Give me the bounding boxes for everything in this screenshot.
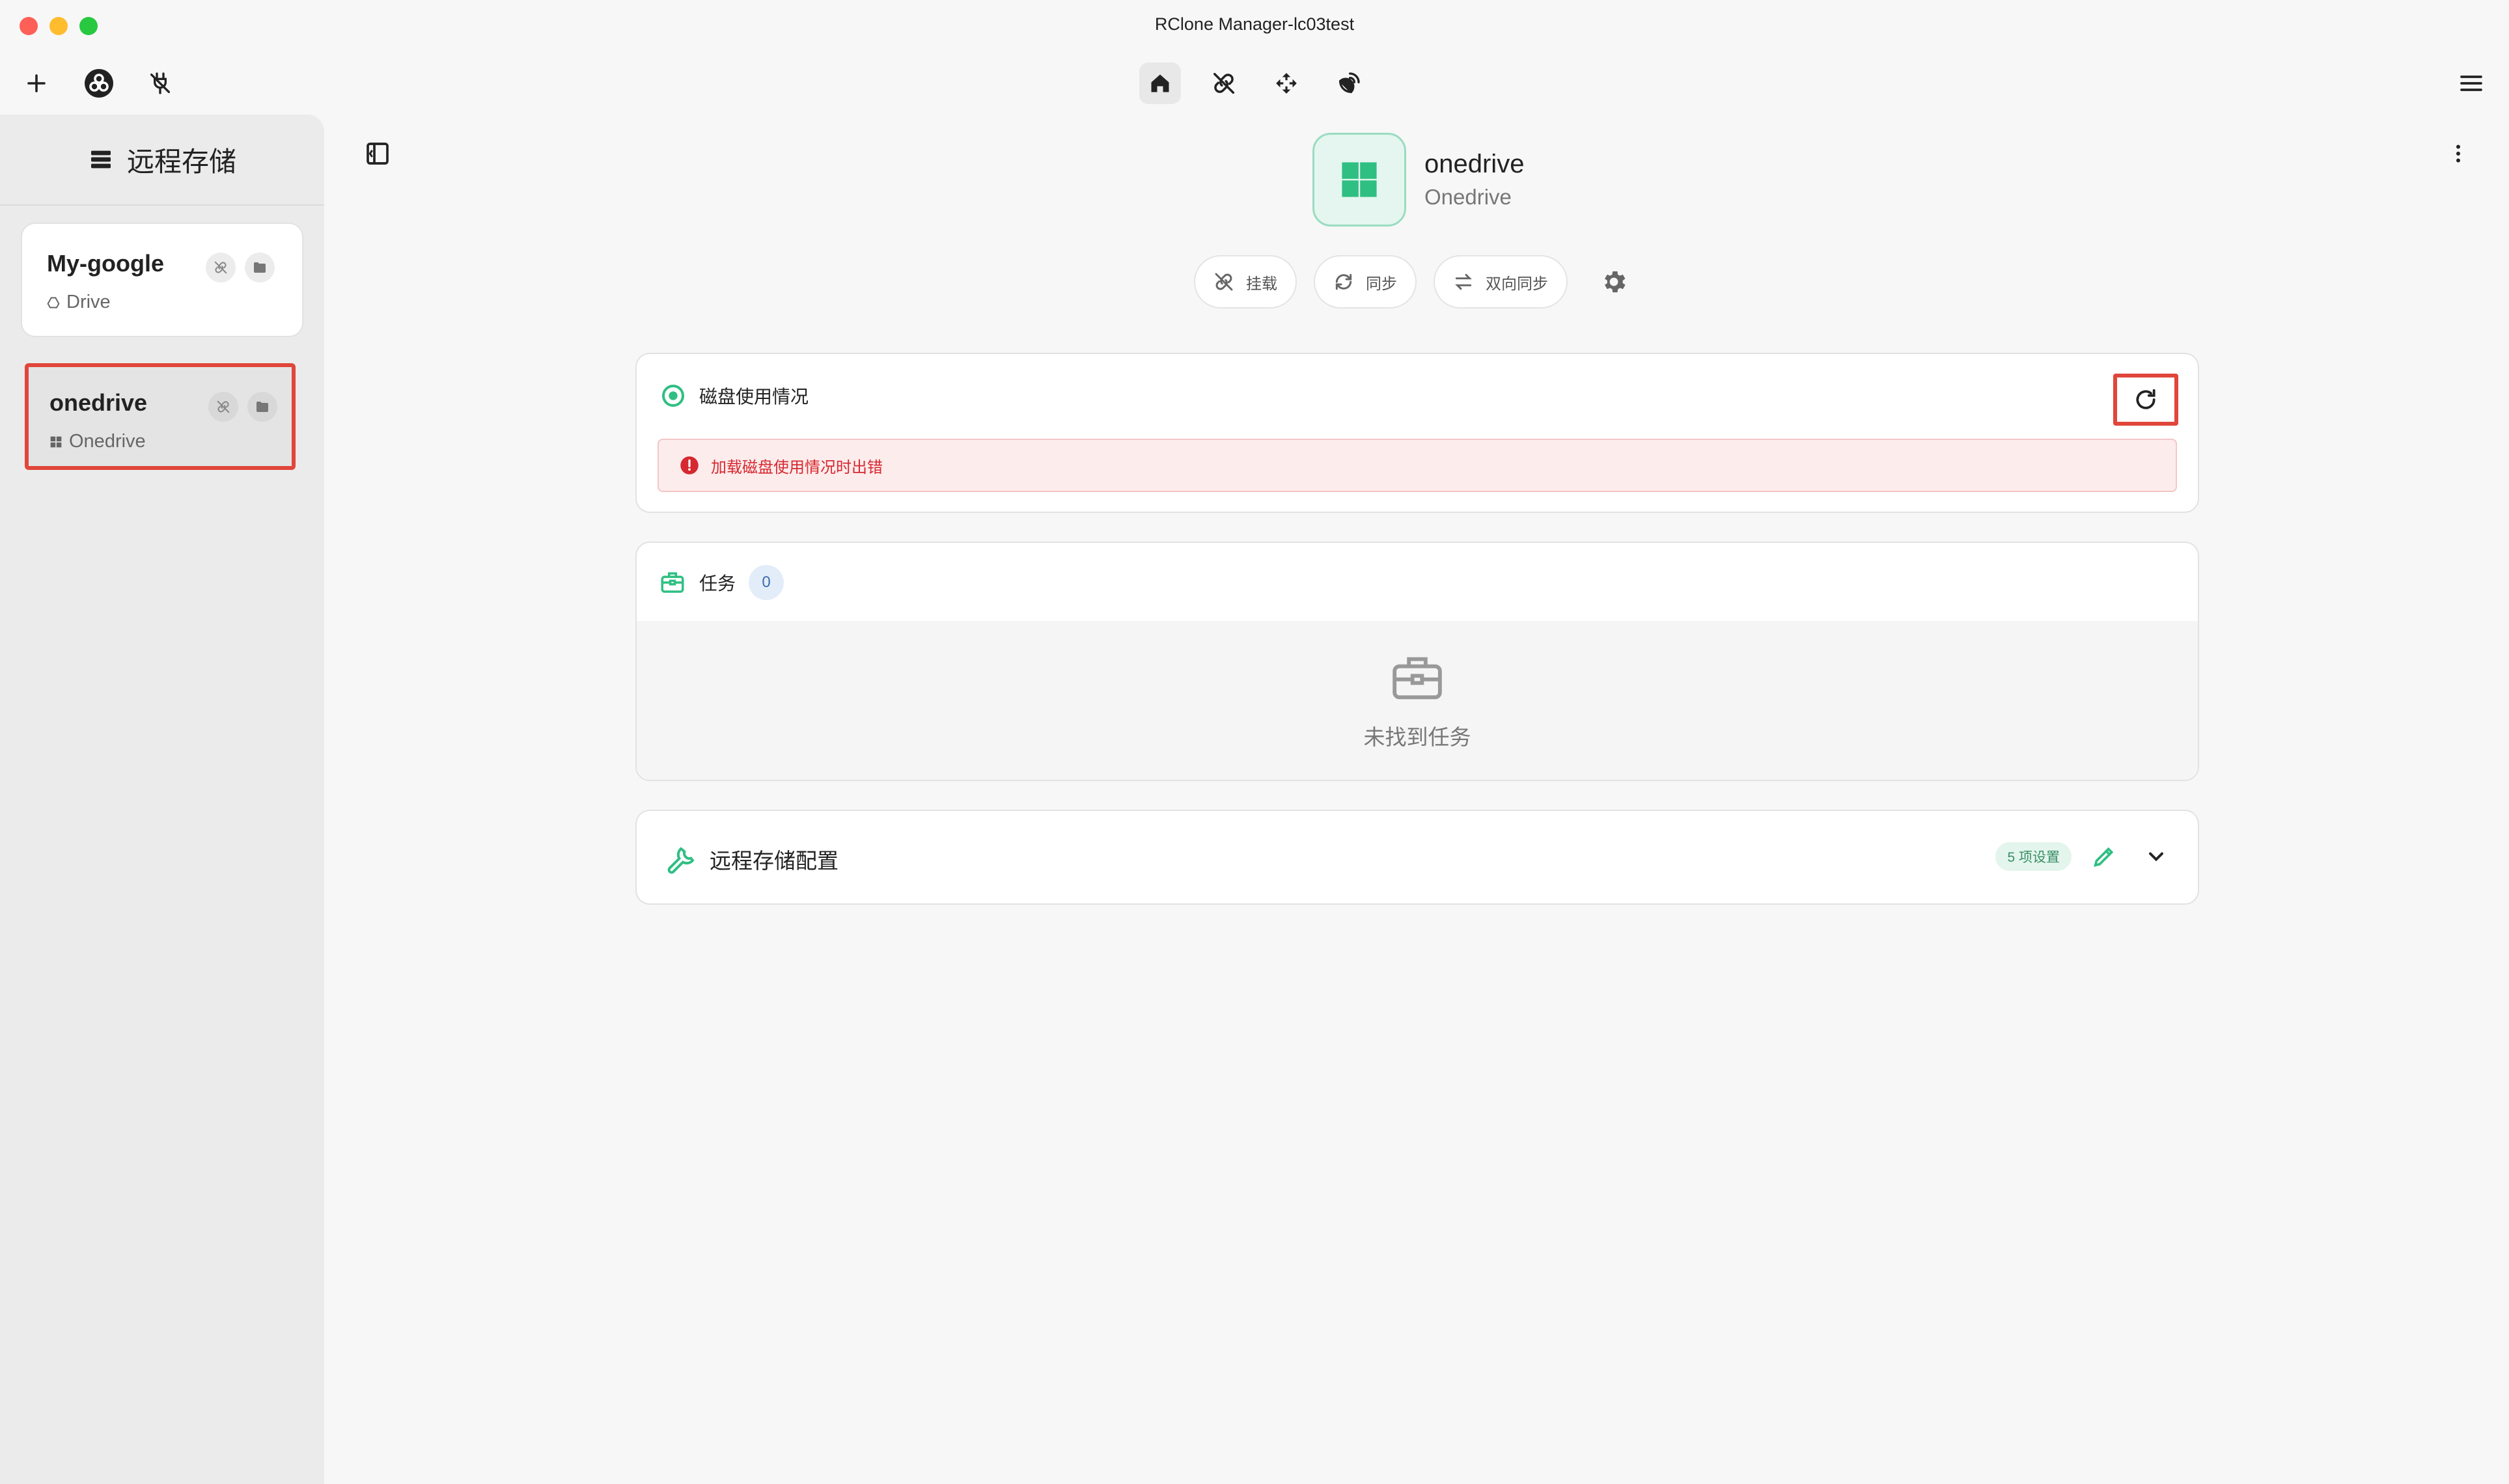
unplug-icon — [150, 72, 170, 94]
config-settings-badge: 5 项设置 — [1995, 842, 2072, 871]
sidebar-title: 远程存储 — [126, 146, 236, 177]
windows-icon — [50, 436, 62, 447]
config-header: 远程存储配置 — [665, 844, 839, 875]
nav-serve[interactable] — [1328, 62, 1370, 104]
remote-name: onedrive — [1424, 150, 1525, 178]
config-title: 远程存储配置 — [710, 849, 839, 873]
link-off-icon — [217, 400, 230, 413]
sidebar-header: 远程存储 — [0, 115, 324, 206]
plus-icon — [27, 74, 46, 92]
add-remote-button[interactable] — [16, 62, 57, 104]
tasks-empty-text: 未找到任务 — [1363, 725, 1471, 749]
tasks-title: 任务 — [699, 573, 736, 594]
home-icon — [1151, 74, 1169, 92]
remote-card-name: onedrive — [49, 389, 148, 416]
disk-usage-error: 加载磁盘使用情况时出错 — [658, 439, 2177, 492]
error-icon — [680, 456, 699, 474]
remote-card-mount-button[interactable] — [208, 392, 238, 422]
sync-button[interactable]: 同步 — [1314, 255, 1417, 309]
remote-card-type: Onedrive — [49, 431, 146, 452]
nav-sync[interactable] — [1266, 62, 1307, 104]
refresh-icon — [2136, 389, 2156, 409]
bisync-button-label: 双向同步 — [1486, 275, 1548, 293]
remote-card-type-label: Onedrive — [69, 431, 146, 452]
sidebar: 远程存储 My-google Drive onedrive Onedrive — [0, 115, 324, 1484]
briefcase-icon — [661, 572, 684, 593]
remote-card-mount-button[interactable] — [206, 253, 236, 282]
sync-icon — [1335, 273, 1352, 290]
chevron-down-icon — [2149, 852, 2163, 862]
more-vertical-icon — [2456, 144, 2460, 163]
disk-usage-header: 磁盘使用情况 — [660, 383, 809, 409]
window-title: RClone Manager-lc03test — [1154, 14, 1355, 34]
folder-icon — [254, 262, 266, 273]
sync-button-label: 同步 — [1366, 275, 1397, 293]
app-menu-button[interactable] — [2450, 62, 2492, 104]
rclone-button[interactable] — [78, 62, 120, 104]
tasks-empty-state: 未找到任务 — [637, 621, 2198, 780]
remote-card-name: My-google — [47, 250, 164, 277]
title-bar: RClone Manager-lc03test — [0, 0, 2509, 52]
tasks-card: 任务 0 未找到任务 — [635, 542, 2199, 781]
disk-usage-title: 磁盘使用情况 — [699, 387, 809, 407]
pencil-icon — [2094, 847, 2114, 867]
target-icon — [662, 385, 684, 407]
remote-logo — [1312, 133, 1406, 227]
swap-arrows-icon — [1455, 273, 1472, 290]
hamburger-menu-icon — [2460, 76, 2482, 91]
windows-icon — [1342, 162, 1377, 197]
remote-card-onedrive[interactable]: onedrive Onedrive — [25, 363, 296, 470]
link-off-icon — [1215, 273, 1233, 291]
briefcase-icon — [1393, 657, 1442, 700]
edit-config-button[interactable] — [2088, 841, 2120, 872]
wrench-icon — [667, 847, 695, 874]
disk-usage-card: 磁盘使用情况 加载磁盘使用情况时出错 — [635, 353, 2199, 513]
remote-settings-button[interactable] — [1596, 264, 1631, 299]
tasks-count-badge: 0 — [749, 565, 784, 600]
disk-usage-error-text: 加载磁盘使用情况时出错 — [711, 458, 883, 476]
remote-card-browse-button[interactable] — [247, 392, 277, 422]
folder-icon — [256, 402, 268, 412]
more-options-button[interactable] — [2443, 138, 2474, 169]
tasks-header: 任务 0 — [659, 565, 784, 600]
storage-list-icon — [90, 150, 111, 169]
nav-home[interactable] — [1139, 62, 1181, 104]
remote-config-card[interactable]: 远程存储配置 5 项设置 — [635, 810, 2199, 905]
move-arrows-icon — [1276, 73, 1297, 94]
rclone-logo-icon — [85, 69, 113, 98]
link-off-icon — [1213, 73, 1234, 94]
nav-mount[interactable] — [1203, 62, 1245, 104]
expand-config-button[interactable] — [2141, 841, 2172, 872]
remote-card-type-label: Drive — [66, 292, 111, 312]
sidebar-toggle-icon — [367, 143, 389, 165]
remote-card-my-google[interactable]: My-google Drive — [21, 223, 303, 337]
bisync-button[interactable]: 双向同步 — [1434, 255, 1568, 309]
disconnect-button[interactable] — [139, 62, 181, 104]
mount-button-label: 挂载 — [1246, 275, 1277, 293]
mount-button[interactable]: 挂载 — [1194, 255, 1297, 309]
remote-type: Onedrive — [1424, 185, 1512, 209]
satellite-dish-icon — [1339, 72, 1360, 93]
gear-icon — [1605, 271, 1626, 293]
link-off-icon — [214, 261, 227, 274]
remote-card-browse-button[interactable] — [245, 253, 275, 282]
remote-card-type: Drive — [47, 292, 111, 313]
toggle-sidebar-button[interactable] — [362, 138, 393, 169]
google-drive-icon — [47, 297, 60, 308]
refresh-disk-usage-button[interactable] — [2113, 374, 2178, 426]
